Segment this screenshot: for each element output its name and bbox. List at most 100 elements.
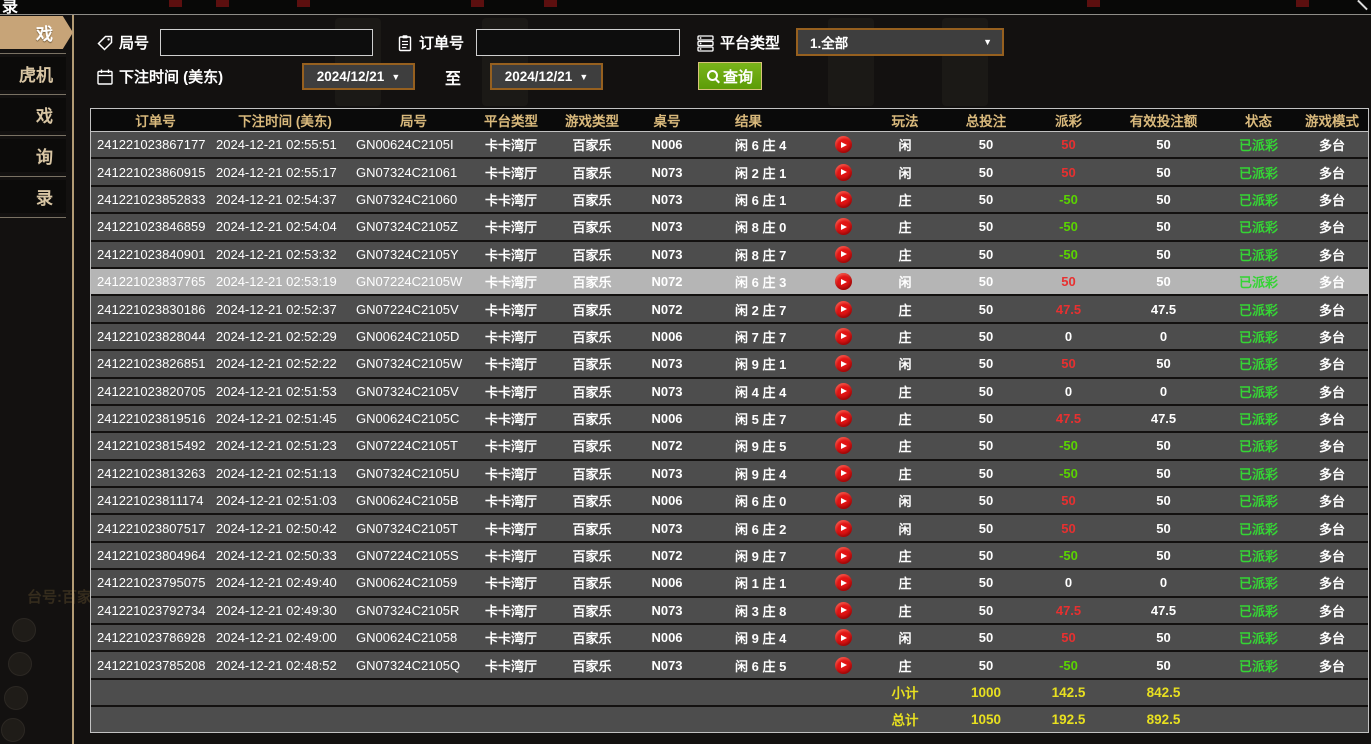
play-button[interactable] bbox=[817, 410, 869, 427]
play-button[interactable] bbox=[817, 520, 869, 537]
platform-cell: 卡卡湾厅 bbox=[471, 409, 551, 428]
table-no-cell: N006 bbox=[633, 411, 701, 426]
payout-cell: -50 bbox=[1031, 466, 1106, 481]
table-row[interactable]: 2412210238301862024-12-21 02:52:37GN0722… bbox=[91, 296, 1368, 323]
order-id-cell: 241221023837765 bbox=[91, 274, 214, 289]
play-button[interactable] bbox=[817, 602, 869, 619]
round-id-cell: GN07324C2105T bbox=[354, 521, 471, 536]
mode-cell: 多台 bbox=[1296, 409, 1368, 428]
play-video-button[interactable] bbox=[835, 437, 852, 454]
play-video-button[interactable] bbox=[835, 218, 852, 235]
play-button[interactable] bbox=[817, 574, 869, 591]
play-button[interactable] bbox=[817, 328, 869, 345]
table-row[interactable]: 2412210238528332024-12-21 02:54:37GN0732… bbox=[91, 187, 1368, 214]
valid-bet-cell: 50 bbox=[1106, 274, 1221, 289]
play-button[interactable] bbox=[817, 218, 869, 235]
play-video-button[interactable] bbox=[835, 328, 852, 345]
play-button[interactable] bbox=[817, 437, 869, 454]
status-cell: 已派彩 bbox=[1221, 190, 1296, 209]
sidebar-item[interactable]: 戏 bbox=[0, 98, 66, 131]
platform-type-select[interactable]: 1.全部 ▼ bbox=[796, 28, 1004, 56]
table-row[interactable]: 2412210238049642024-12-21 02:50:33GN0722… bbox=[91, 543, 1368, 570]
play-button[interactable] bbox=[817, 492, 869, 509]
play-video-button[interactable] bbox=[835, 383, 852, 400]
close-icon[interactable] bbox=[1357, 0, 1368, 10]
play-video-button[interactable] bbox=[835, 273, 852, 290]
order-id-cell: 241221023815492 bbox=[91, 438, 214, 453]
play-video-button[interactable] bbox=[835, 136, 852, 153]
play-button[interactable] bbox=[817, 191, 869, 208]
table-row[interactable]: 2412210238111742024-12-21 02:51:03GN0062… bbox=[91, 488, 1368, 515]
play-button[interactable] bbox=[817, 465, 869, 482]
result-cell: 闲 6 庄 0 bbox=[701, 491, 817, 510]
status-cell: 已派彩 bbox=[1221, 245, 1296, 264]
sidebar-item[interactable]: 录 bbox=[0, 180, 66, 213]
play-video-button[interactable] bbox=[835, 657, 852, 674]
bet-time-cell: 2024-12-21 02:49:00 bbox=[214, 630, 354, 645]
play-button[interactable] bbox=[817, 355, 869, 372]
table-row[interactable]: 2412210238280442024-12-21 02:52:29GN0062… bbox=[91, 324, 1368, 351]
play-video-button[interactable] bbox=[835, 547, 852, 564]
play-video-button[interactable] bbox=[835, 629, 852, 646]
play-video-button[interactable] bbox=[835, 520, 852, 537]
play-button[interactable] bbox=[817, 547, 869, 564]
play-video-button[interactable] bbox=[835, 465, 852, 482]
date-to-select[interactable]: 2024/12/21 ▼ bbox=[490, 63, 603, 90]
table-row[interactable]: 2412210237927342024-12-21 02:49:30GN0732… bbox=[91, 598, 1368, 625]
table-row[interactable]: 2412210237869282024-12-21 02:49:00GN0062… bbox=[91, 625, 1368, 652]
play-video-button[interactable] bbox=[835, 246, 852, 263]
table-row[interactable]: 2412210238207052024-12-21 02:51:53GN0732… bbox=[91, 379, 1368, 406]
sidebar-item[interactable]: 询 bbox=[0, 139, 66, 172]
play-video-button[interactable] bbox=[835, 191, 852, 208]
result-cell: 闲 2 庄 1 bbox=[701, 163, 817, 182]
table-row[interactable]: 2412210238671772024-12-21 02:55:51GN0062… bbox=[91, 132, 1368, 159]
column-header: 有效投注额 bbox=[1106, 110, 1221, 130]
game-type-cell: 百家乐 bbox=[551, 135, 633, 154]
sidebar-item[interactable]: 戏 bbox=[0, 16, 73, 49]
play-video-button[interactable] bbox=[835, 410, 852, 427]
payout-cell: 50 bbox=[1031, 493, 1106, 508]
play-video-button[interactable] bbox=[835, 301, 852, 318]
table-row[interactable]: 2412210237852082024-12-21 02:48:52GN0732… bbox=[91, 652, 1368, 679]
column-header: 局号 bbox=[354, 110, 471, 130]
total-bet-cell: 50 bbox=[941, 521, 1031, 536]
table-no-cell: N006 bbox=[633, 630, 701, 645]
date-from-select[interactable]: 2024/12/21 ▼ bbox=[302, 63, 415, 90]
play-video-button[interactable] bbox=[835, 574, 852, 591]
table-row[interactable]: 2412210238075172024-12-21 02:50:42GN0732… bbox=[91, 515, 1368, 542]
platform-cell: 卡卡湾厅 bbox=[471, 464, 551, 483]
play-video-button[interactable] bbox=[835, 602, 852, 619]
column-header: 玩法 bbox=[869, 110, 941, 130]
play-video-button[interactable] bbox=[835, 355, 852, 372]
table-row[interactable]: 2412210238268512024-12-21 02:52:22GN0732… bbox=[91, 351, 1368, 378]
table-row[interactable]: 2412210238154922024-12-21 02:51:23GN0722… bbox=[91, 433, 1368, 460]
round-id-cell: GN07324C2105Y bbox=[354, 247, 471, 262]
search-button[interactable]: 查询 bbox=[698, 62, 762, 90]
play-button[interactable] bbox=[817, 629, 869, 646]
table-row[interactable]: 2412210238377652024-12-21 02:53:19GN0722… bbox=[91, 269, 1368, 296]
table-row[interactable]: 2412210238195162024-12-21 02:51:45GN0062… bbox=[91, 406, 1368, 433]
order-id-cell: 241221023867177 bbox=[91, 137, 214, 152]
play-video-button[interactable] bbox=[835, 164, 852, 181]
mode-cell: 多台 bbox=[1296, 382, 1368, 401]
play-button[interactable] bbox=[817, 136, 869, 153]
play-button[interactable] bbox=[817, 273, 869, 290]
play-button[interactable] bbox=[817, 301, 869, 318]
round-number-input[interactable] bbox=[160, 29, 373, 56]
play-video-button[interactable] bbox=[835, 492, 852, 509]
play-button[interactable] bbox=[817, 246, 869, 263]
play-button[interactable] bbox=[817, 383, 869, 400]
play-button[interactable] bbox=[817, 164, 869, 181]
platform-cell: 卡卡湾厅 bbox=[471, 217, 551, 236]
order-number-input[interactable] bbox=[476, 29, 680, 56]
sidebar-item[interactable]: 虎机 bbox=[0, 57, 66, 90]
table-row[interactable]: 2412210238132632024-12-21 02:51:13GN0732… bbox=[91, 461, 1368, 488]
result-cell: 闲 2 庄 7 bbox=[701, 300, 817, 319]
play-button[interactable] bbox=[817, 657, 869, 674]
table-row[interactable]: 2412210238468592024-12-21 02:54:04GN0732… bbox=[91, 214, 1368, 241]
status-cell: 已派彩 bbox=[1221, 272, 1296, 291]
table-row[interactable]: 2412210238409012024-12-21 02:53:32GN0732… bbox=[91, 242, 1368, 269]
table-row[interactable]: 2412210238609152024-12-21 02:55:17GN0732… bbox=[91, 159, 1368, 186]
table-row[interactable]: 2412210237950752024-12-21 02:49:40GN0062… bbox=[91, 570, 1368, 597]
table-body: 2412210238671772024-12-21 02:55:51GN0062… bbox=[91, 132, 1368, 680]
